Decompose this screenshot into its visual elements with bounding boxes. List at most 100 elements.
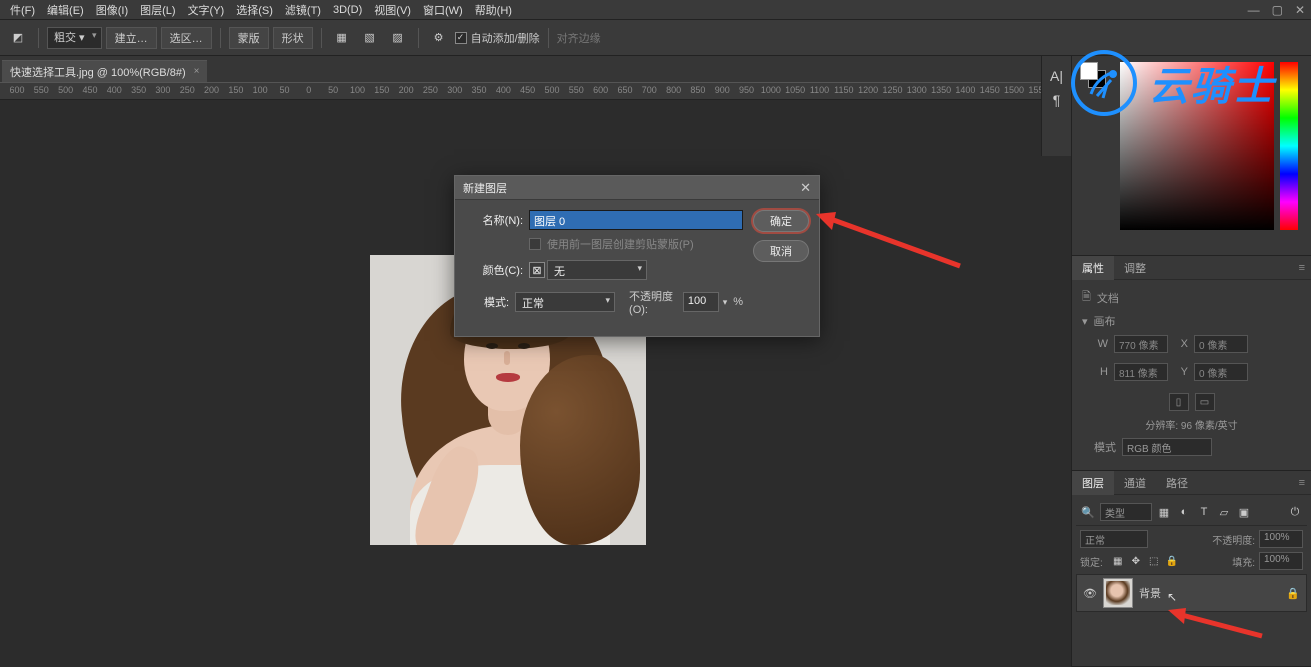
menu-image[interactable]: 图像(I) [90, 2, 134, 18]
filter-search-icon[interactable]: 🔍 [1080, 504, 1096, 520]
tab-paths[interactable]: 路径 [1156, 471, 1198, 495]
menu-edit[interactable]: 编辑(E) [41, 2, 90, 18]
document-tab-title: 快速选择工具.jpg @ 100%(RGB/8#) [10, 64, 186, 80]
shape-button[interactable]: 形状 [273, 27, 313, 49]
layer-name: 背景 [1139, 585, 1161, 601]
dialog-title-text: 新建图层 [463, 180, 507, 196]
auto-add-delete-checkbox[interactable]: ✓ 自动添加/删除 [455, 30, 540, 46]
lock-pixels-icon[interactable]: ▦ [1111, 556, 1125, 567]
clip-mask-label: 使用前一图层创建剪贴蒙版(P) [547, 236, 694, 252]
clip-mask-checkbox-box [529, 238, 541, 250]
tab-adjust[interactable]: 调整 [1114, 256, 1156, 280]
brush-size-select[interactable]: 粗交 ▾ [47, 27, 102, 49]
y-input[interactable]: 0 像素 [1194, 363, 1248, 381]
watermark-text: 云骑士 [1149, 54, 1275, 112]
hue-slider[interactable] [1280, 62, 1298, 230]
y-label: Y [1174, 366, 1188, 378]
mode-label-dlg: 模式: [465, 294, 509, 310]
build-button[interactable]: 建立… [106, 27, 157, 49]
canvas-label: 画布 [1094, 313, 1116, 329]
menu-window[interactable]: 窗口(W) [417, 2, 469, 18]
lock-position-icon[interactable]: ✥ [1129, 556, 1143, 567]
dialog-titlebar[interactable]: 新建图层 ✕ [455, 176, 819, 200]
maximize-icon[interactable]: ▢ [1272, 3, 1283, 17]
right-panel-column: 属性 调整 ≡ 🗎文档 ▾ 画布 W770 像素X0 像素 H811 像素Y0 … [1071, 56, 1311, 667]
menu-help[interactable]: 帮助(H) [469, 2, 518, 18]
orientation-portrait-icon[interactable]: ▯ [1169, 393, 1189, 411]
panel-menu-icon[interactable]: ≡ [1293, 262, 1311, 274]
tab-close-icon[interactable]: × [194, 66, 200, 77]
tab-channels[interactable]: 通道 [1114, 471, 1156, 495]
visibility-icon[interactable]: 👁 [1083, 587, 1097, 600]
filter-toggle-icon[interactable]: ⏻ [1287, 504, 1303, 520]
lock-artboard-icon[interactable]: ⬚ [1147, 556, 1161, 567]
filter-shape-icon[interactable]: ▱ [1216, 504, 1232, 520]
filter-pixel-icon[interactable]: ▦ [1156, 504, 1172, 520]
menu-filter[interactable]: 滤镜(T) [279, 2, 327, 18]
paragraph-icon[interactable]: ¶ [1053, 92, 1061, 108]
filter-type-icon[interactable]: T [1196, 504, 1212, 520]
menu-view[interactable]: 视图(V) [368, 2, 417, 18]
collapsed-panel-strip: A| ¶ [1041, 56, 1071, 156]
menu-3d[interactable]: 3D(D) [327, 4, 368, 16]
tab-properties[interactable]: 属性 [1072, 256, 1114, 280]
blend-mode-select-dlg[interactable]: 正常 [515, 292, 615, 312]
layers-menu-icon[interactable]: ≡ [1293, 477, 1311, 489]
lock-all-icon[interactable]: 🔒 [1165, 556, 1179, 567]
height-input[interactable]: 811 像素 [1114, 363, 1168, 381]
document-icon: 🗎 [1082, 288, 1091, 307]
h-label: H [1094, 366, 1108, 378]
fill-label: 填充: [1232, 554, 1255, 569]
filter-adjust-icon[interactable]: ◐ [1176, 504, 1192, 520]
opacity-input[interactable]: 100 [683, 292, 719, 312]
dialog-close-icon[interactable]: ✕ [800, 180, 811, 196]
x-label: X [1174, 338, 1188, 350]
filter-smart-icon[interactable]: ▣ [1236, 504, 1252, 520]
menu-select[interactable]: 选择(S) [230, 2, 279, 18]
no-color-icon: ⊠ [529, 262, 545, 278]
mode-label: 模式 [1094, 439, 1116, 455]
layer-color-select[interactable]: 无 [547, 260, 647, 280]
new-layer-dialog: 新建图层 ✕ 名称(N): 图层 0 使用前一图层创建剪贴蒙版(P) 颜色(C)… [454, 175, 820, 337]
close-icon[interactable]: ✕ [1295, 3, 1305, 17]
width-input[interactable]: 770 像素 [1114, 335, 1168, 353]
auto-add-delete-label: 自动添加/删除 [471, 30, 540, 46]
x-input[interactable]: 0 像素 [1194, 335, 1248, 353]
align-edge-label: 对齐边缘 [557, 30, 601, 46]
name-label: 名称(N): [465, 212, 523, 228]
color-mode-select[interactable]: RGB 颜色 [1122, 438, 1212, 456]
clip-mask-checkbox: 使用前一图层创建剪贴蒙版(P) [529, 236, 743, 252]
opacity-select[interactable]: 100% [1259, 530, 1303, 548]
type-tool-icon[interactable]: A| [1050, 68, 1063, 84]
ok-button[interactable]: 确定 [753, 210, 809, 232]
resolution-label: 分辨率: 96 像素/英寸 [1082, 417, 1301, 432]
blend-mode-select[interactable]: 正常 [1080, 530, 1148, 548]
lock-icon[interactable]: 🔒 [1286, 587, 1300, 600]
menu-layer[interactable]: 图层(L) [134, 2, 181, 18]
tab-layers[interactable]: 图层 [1072, 471, 1114, 495]
opacity-unit: % [733, 296, 743, 308]
orientation-landscape-icon[interactable]: ▭ [1195, 393, 1215, 411]
filter-type-select[interactable]: 类型 [1100, 503, 1152, 521]
ruler-horizontal: 6005505004504003503002502001501005005010… [0, 82, 1071, 100]
opacity-label-dlg: 不透明度(O): [629, 288, 677, 316]
window-controls: — ▢ ✕ [1248, 0, 1311, 20]
lock-label: 锁定: [1080, 554, 1103, 569]
layer-thumbnail[interactable] [1103, 578, 1133, 608]
document-tab[interactable]: 快速选择工具.jpg @ 100%(RGB/8#) × [2, 60, 207, 82]
boolean-icon-2[interactable]: ▧ [358, 26, 382, 50]
boolean-icon-3[interactable]: ▨ [386, 26, 410, 50]
mask-button[interactable]: 蒙版 [229, 27, 269, 49]
cancel-button[interactable]: 取消 [753, 240, 809, 262]
boolean-icon-1[interactable]: ▦ [330, 26, 354, 50]
menu-file[interactable]: 件(F) [4, 2, 41, 18]
layer-name-input[interactable]: 图层 0 [529, 210, 743, 230]
minimize-icon[interactable]: — [1248, 3, 1260, 17]
menu-type[interactable]: 文字(Y) [182, 2, 231, 18]
gear-icon[interactable]: ⚙ [427, 26, 451, 50]
selection-button[interactable]: 选区… [161, 27, 212, 49]
tool-preset-icon[interactable]: ◩ [6, 26, 30, 50]
menu-bar: 件(F) 编辑(E) 图像(I) 图层(L) 文字(Y) 选择(S) 滤镜(T)… [0, 0, 1311, 20]
fill-select[interactable]: 100% [1259, 552, 1303, 570]
properties-panel: 属性 调整 ≡ 🗎文档 ▾ 画布 W770 像素X0 像素 H811 像素Y0 … [1072, 256, 1311, 471]
